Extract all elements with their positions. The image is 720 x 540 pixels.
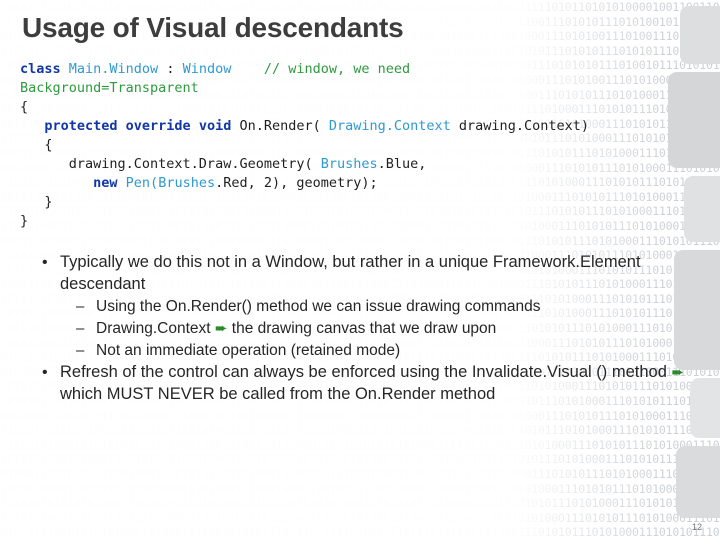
code-token: .Red, 2), geometry);	[215, 175, 378, 191]
code-token: On.Render(	[239, 118, 329, 134]
code-token: }	[20, 213, 29, 229]
code-line: {	[20, 98, 710, 117]
list-item: – Not an immediate operation (retained mo…	[18, 340, 718, 361]
code-token: drawing.Context)	[458, 118, 589, 134]
code-line: protected override void On.Render( Drawi…	[20, 117, 710, 136]
code-token: {	[20, 99, 29, 115]
arrow-icon: ➨	[671, 363, 685, 381]
code-token: protected override void	[44, 118, 240, 134]
page-number: 12	[691, 522, 702, 532]
list-item-text: Not an immediate operation (retained mod…	[96, 342, 401, 359]
code-line: new Pen(Brushes.Red, 2), geometry);	[20, 174, 710, 193]
bullet-marker: •	[42, 254, 48, 271]
list-item: – Drawing.Context ➨ the drawing canvas th…	[18, 318, 718, 339]
code-token: class	[20, 61, 69, 77]
list-item: • Typically we do this not in a Window, b…	[18, 252, 718, 295]
list-item: – Using the On.Render() method we can iss…	[18, 296, 718, 317]
code-line: {	[20, 136, 710, 155]
code-token: Main.Window	[68, 61, 167, 77]
list-item-text: Drawing.Context	[96, 320, 215, 337]
code-token: }	[20, 194, 53, 210]
code-token: Drawing.Context	[328, 118, 459, 134]
code-token: Window	[182, 61, 232, 77]
bullet-list: • Typically we do this not in a Window, b…	[18, 252, 718, 406]
bullet-marker: –	[76, 342, 85, 359]
code-token: .Blue,	[377, 156, 427, 172]
code-line: Background=Transparent	[20, 79, 710, 98]
list-item-text: Typically we do this not in a Window, bu…	[60, 253, 641, 293]
code-line: class Main.Window : Window // window, we…	[20, 60, 710, 79]
code-token: Background=Transparent	[20, 80, 199, 96]
code-token: :	[166, 61, 183, 77]
bullet-marker: –	[76, 298, 85, 315]
code-line: }	[20, 193, 710, 212]
code-token: Brushes	[320, 156, 378, 172]
code-token: Brushes	[158, 175, 216, 191]
list-item-text: which MUST NEVER be called from the On.R…	[60, 384, 496, 403]
list-item-text: the drawing canvas that we draw upon	[227, 320, 497, 337]
code-token: drawing.Context.Draw.Geometry(	[20, 156, 321, 172]
code-token: new	[93, 175, 126, 191]
list-item-text: Refresh of the control can always be enf…	[60, 363, 672, 381]
code-sample: class Main.Window : Window // window, we…	[20, 60, 710, 231]
list-item: • Refresh of the control can always be en…	[18, 362, 718, 405]
code-line: drawing.Context.Draw.Geometry( Brushes.B…	[20, 155, 710, 174]
code-token: {	[20, 137, 53, 153]
bullet-marker: –	[76, 320, 85, 337]
slide-content: Usage of Visual descendants class Main.W…	[0, 0, 720, 540]
code-line: }	[20, 212, 710, 231]
code-token: // window, we need	[263, 61, 411, 77]
arrow-icon: ➨	[214, 319, 228, 337]
list-item-text: Using the On.Render() method we can issu…	[96, 298, 541, 315]
page-title: Usage of Visual descendants	[22, 12, 404, 43]
code-token: Pen(	[125, 175, 159, 191]
bullet-marker: •	[42, 364, 48, 381]
